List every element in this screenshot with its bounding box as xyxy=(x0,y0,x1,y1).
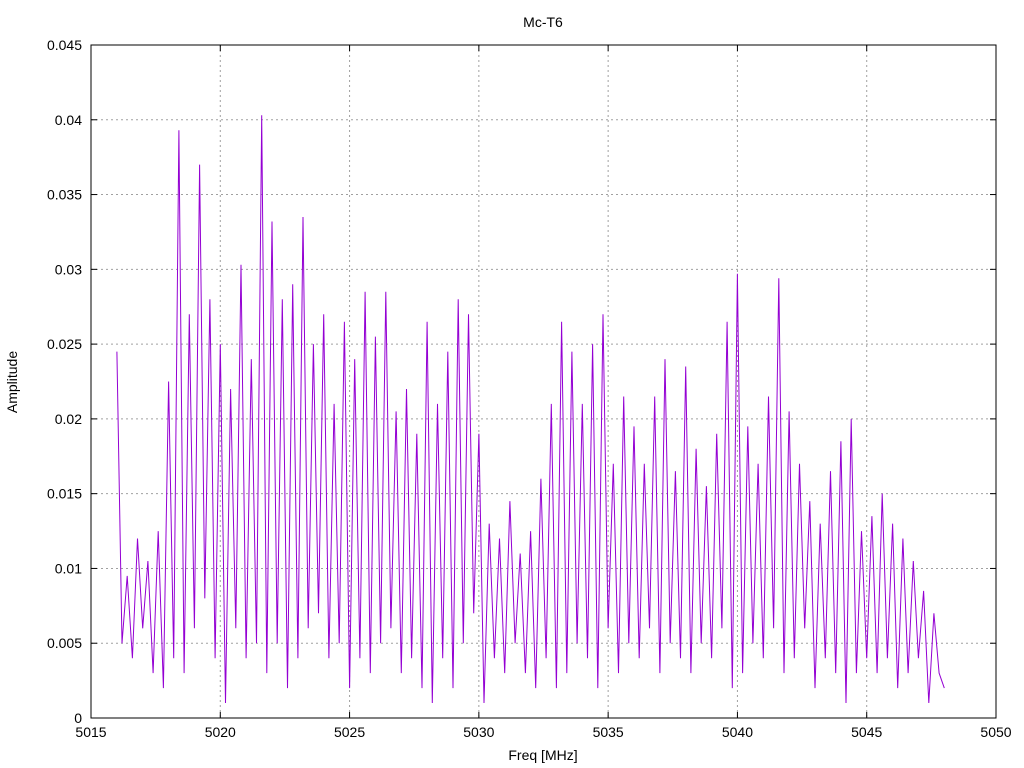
x-tick-label: 5025 xyxy=(334,724,365,740)
x-axis-label: Freq [MHz] xyxy=(508,747,577,763)
y-tick-label: 0.03 xyxy=(55,261,82,277)
x-tick-label: 5040 xyxy=(722,724,753,740)
y-tick-label: 0.025 xyxy=(47,336,82,352)
y-tick-label: 0.04 xyxy=(55,112,82,128)
y-tick-label: 0.02 xyxy=(55,411,82,427)
y-axis-label: Amplitude xyxy=(4,351,20,413)
x-tick-label: 5030 xyxy=(463,724,494,740)
y-tick-label: 0 xyxy=(74,710,82,726)
series-line xyxy=(116,115,945,704)
x-tick-label: 5015 xyxy=(75,724,106,740)
y-tick-label: 0.035 xyxy=(47,187,82,203)
x-tick-label: 5020 xyxy=(205,724,236,740)
chart-title: Mc-T6 xyxy=(523,14,563,30)
x-tick-label: 5045 xyxy=(851,724,882,740)
x-tick-label: 5035 xyxy=(593,724,624,740)
x-tick-label: 5050 xyxy=(980,724,1011,740)
y-tick-label: 0.01 xyxy=(55,560,82,576)
y-tick-label: 0.045 xyxy=(47,37,82,53)
chart: Mc-T6 Freq [MHz] Amplitude 5015 5020 5025 5… xyxy=(4,14,1012,763)
y-tick-label: 0.015 xyxy=(47,486,82,502)
y-tick-label: 0.005 xyxy=(47,635,82,651)
